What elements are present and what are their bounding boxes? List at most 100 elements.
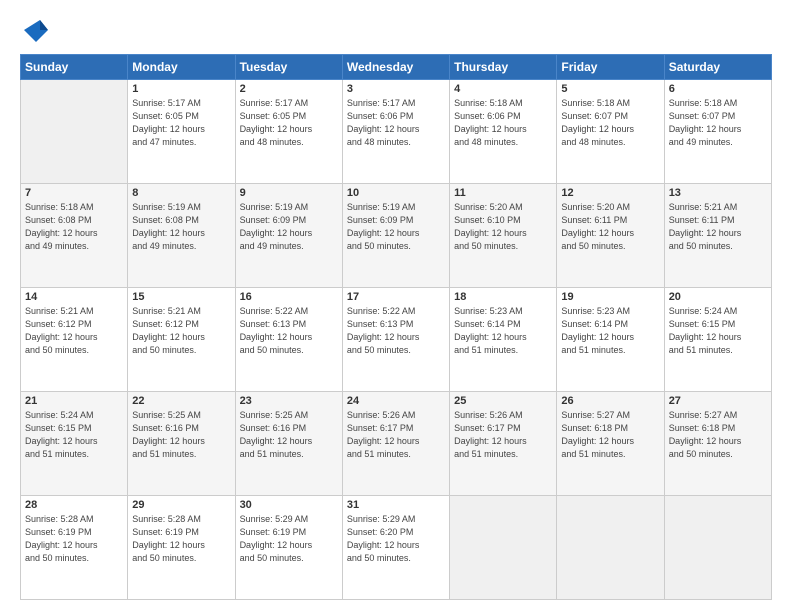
day-info: Sunrise: 5:28 AMSunset: 6:19 PMDaylight:… <box>25 513 123 565</box>
day-number: 22 <box>132 395 230 407</box>
weekday-header: Wednesday <box>342 55 449 80</box>
weekday-header: Tuesday <box>235 55 342 80</box>
day-number: 30 <box>240 499 338 511</box>
day-info: Sunrise: 5:25 AMSunset: 6:16 PMDaylight:… <box>132 409 230 461</box>
calendar-cell: 6Sunrise: 5:18 AMSunset: 6:07 PMDaylight… <box>664 80 771 184</box>
calendar-row: 7 Sunrise: 5:18 AMSunset: 6:08 PMDaylight… <box>21 184 772 288</box>
day-info: Sunrise: 5:19 AMSunset: 6:08 PMDaylight:… <box>132 201 230 253</box>
day-number: 11 <box>454 187 552 199</box>
calendar-row: 21 Sunrise: 5:24 AMSunset: 6:15 PMDayligh… <box>21 392 772 496</box>
calendar-cell: 26 Sunrise: 5:27 AMSunset: 6:18 PMDayligh… <box>557 392 664 496</box>
day-info: Sunrise: 5:27 AMSunset: 6:18 PMDaylight:… <box>669 409 767 461</box>
day-info: Sunrise: 5:18 AMSunset: 6:06 PMDaylight:… <box>454 97 552 149</box>
day-number: 20 <box>669 291 767 303</box>
day-info: Sunrise: 5:29 AMSunset: 6:19 PMDaylight:… <box>240 513 338 565</box>
calendar-cell: 4Sunrise: 5:18 AMSunset: 6:06 PMDaylight… <box>450 80 557 184</box>
day-number: 25 <box>454 395 552 407</box>
page: SundayMondayTuesdayWednesdayThursdayFrid… <box>0 0 792 612</box>
day-number: 29 <box>132 499 230 511</box>
calendar-cell: 19Sunrise: 5:23 AMSunset: 6:14 PMDayligh… <box>557 288 664 392</box>
day-number: 9 <box>240 187 338 199</box>
day-info: Sunrise: 5:21 AMSunset: 6:12 PMDaylight:… <box>25 305 123 357</box>
day-number: 31 <box>347 499 445 511</box>
calendar-cell: 17 Sunrise: 5:22 AMSunset: 6:13 PMDayligh… <box>342 288 449 392</box>
calendar-cell: 27 Sunrise: 5:27 AMSunset: 6:18 PMDayligh… <box>664 392 771 496</box>
weekday-header: Friday <box>557 55 664 80</box>
calendar-cell: 31 Sunrise: 5:29 AMSunset: 6:20 PMDayligh… <box>342 496 449 600</box>
calendar-cell: 30 Sunrise: 5:29 AMSunset: 6:19 PMDayligh… <box>235 496 342 600</box>
day-info: Sunrise: 5:25 AMSunset: 6:16 PMDaylight:… <box>240 409 338 461</box>
calendar-cell: 8Sunrise: 5:19 AMSunset: 6:08 PMDaylight… <box>128 184 235 288</box>
day-info: Sunrise: 5:24 AMSunset: 6:15 PMDaylight:… <box>669 305 767 357</box>
header <box>20 16 772 46</box>
calendar-cell: 1 Sunrise: 5:17 AMSunset: 6:05 PMDaylight… <box>128 80 235 184</box>
day-number: 7 <box>25 187 123 199</box>
calendar-cell: 10Sunrise: 5:19 AMSunset: 6:09 PMDayligh… <box>342 184 449 288</box>
day-number: 26 <box>561 395 659 407</box>
day-number: 27 <box>669 395 767 407</box>
calendar-cell <box>450 496 557 600</box>
logo-icon <box>20 16 50 46</box>
day-info: Sunrise: 5:20 AMSunset: 6:10 PMDaylight:… <box>454 201 552 253</box>
day-number: 16 <box>240 291 338 303</box>
calendar-row: 1 Sunrise: 5:17 AMSunset: 6:05 PMDaylight… <box>21 80 772 184</box>
calendar-cell: 25Sunrise: 5:26 AMSunset: 6:17 PMDayligh… <box>450 392 557 496</box>
day-info: Sunrise: 5:21 AMSunset: 6:12 PMDaylight:… <box>132 305 230 357</box>
day-info: Sunrise: 5:17 AMSunset: 6:06 PMDaylight:… <box>347 97 445 149</box>
day-info: Sunrise: 5:28 AMSunset: 6:19 PMDaylight:… <box>132 513 230 565</box>
day-info: Sunrise: 5:17 AMSunset: 6:05 PMDaylight:… <box>240 97 338 149</box>
day-info: Sunrise: 5:21 AMSunset: 6:11 PMDaylight:… <box>669 201 767 253</box>
day-number: 23 <box>240 395 338 407</box>
calendar-cell: 29 Sunrise: 5:28 AMSunset: 6:19 PMDayligh… <box>128 496 235 600</box>
day-info: Sunrise: 5:20 AMSunset: 6:11 PMDaylight:… <box>561 201 659 253</box>
calendar-cell: 2 Sunrise: 5:17 AMSunset: 6:05 PMDaylight… <box>235 80 342 184</box>
calendar-cell: 24 Sunrise: 5:26 AMSunset: 6:17 PMDayligh… <box>342 392 449 496</box>
weekday-header: Thursday <box>450 55 557 80</box>
logo <box>20 16 56 46</box>
day-info: Sunrise: 5:27 AMSunset: 6:18 PMDaylight:… <box>561 409 659 461</box>
calendar-cell: 22 Sunrise: 5:25 AMSunset: 6:16 PMDayligh… <box>128 392 235 496</box>
day-number: 28 <box>25 499 123 511</box>
day-info: Sunrise: 5:22 AMSunset: 6:13 PMDaylight:… <box>347 305 445 357</box>
day-info: Sunrise: 5:29 AMSunset: 6:20 PMDaylight:… <box>347 513 445 565</box>
weekday-header: Saturday <box>664 55 771 80</box>
calendar: SundayMondayTuesdayWednesdayThursdayFrid… <box>20 54 772 600</box>
calendar-cell: 20 Sunrise: 5:24 AMSunset: 6:15 PMDayligh… <box>664 288 771 392</box>
calendar-cell: 11 Sunrise: 5:20 AMSunset: 6:10 PMDayligh… <box>450 184 557 288</box>
day-info: Sunrise: 5:26 AMSunset: 6:17 PMDaylight:… <box>347 409 445 461</box>
weekday-header: Sunday <box>21 55 128 80</box>
day-info: Sunrise: 5:24 AMSunset: 6:15 PMDaylight:… <box>25 409 123 461</box>
calendar-cell: 3 Sunrise: 5:17 AMSunset: 6:06 PMDaylight… <box>342 80 449 184</box>
calendar-cell: 23 Sunrise: 5:25 AMSunset: 6:16 PMDayligh… <box>235 392 342 496</box>
calendar-row: 14 Sunrise: 5:21 AMSunset: 6:12 PMDayligh… <box>21 288 772 392</box>
day-number: 10 <box>347 187 445 199</box>
day-number: 6 <box>669 83 767 95</box>
calendar-cell: 7 Sunrise: 5:18 AMSunset: 6:08 PMDaylight… <box>21 184 128 288</box>
day-info: Sunrise: 5:18 AMSunset: 6:08 PMDaylight:… <box>25 201 123 253</box>
calendar-cell: 18Sunrise: 5:23 AMSunset: 6:14 PMDayligh… <box>450 288 557 392</box>
weekday-header: Monday <box>128 55 235 80</box>
day-number: 3 <box>347 83 445 95</box>
calendar-cell: 16Sunrise: 5:22 AMSunset: 6:13 PMDayligh… <box>235 288 342 392</box>
day-number: 17 <box>347 291 445 303</box>
day-info: Sunrise: 5:17 AMSunset: 6:05 PMDaylight:… <box>132 97 230 149</box>
calendar-cell: 28 Sunrise: 5:28 AMSunset: 6:19 PMDayligh… <box>21 496 128 600</box>
day-number: 12 <box>561 187 659 199</box>
day-number: 13 <box>669 187 767 199</box>
day-number: 21 <box>25 395 123 407</box>
day-number: 14 <box>25 291 123 303</box>
day-number: 1 <box>132 83 230 95</box>
calendar-cell <box>557 496 664 600</box>
day-number: 2 <box>240 83 338 95</box>
day-number: 15 <box>132 291 230 303</box>
calendar-cell: 14 Sunrise: 5:21 AMSunset: 6:12 PMDayligh… <box>21 288 128 392</box>
calendar-cell: 9 Sunrise: 5:19 AMSunset: 6:09 PMDaylight… <box>235 184 342 288</box>
day-number: 19 <box>561 291 659 303</box>
day-number: 5 <box>561 83 659 95</box>
day-info: Sunrise: 5:18 AMSunset: 6:07 PMDaylight:… <box>561 97 659 149</box>
calendar-cell: 5 Sunrise: 5:18 AMSunset: 6:07 PMDaylight… <box>557 80 664 184</box>
day-number: 24 <box>347 395 445 407</box>
calendar-cell: 12 Sunrise: 5:20 AMSunset: 6:11 PMDayligh… <box>557 184 664 288</box>
calendar-cell <box>21 80 128 184</box>
day-info: Sunrise: 5:19 AMSunset: 6:09 PMDaylight:… <box>240 201 338 253</box>
